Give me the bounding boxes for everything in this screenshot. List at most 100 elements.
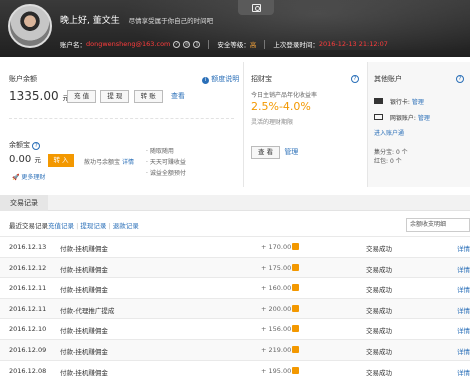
bank-card-icon: [374, 98, 383, 104]
date-cell: 2016.12.08: [9, 366, 47, 375]
amount-cell: + 200.00: [261, 304, 292, 313]
recharge-button[interactable]: 充 值: [67, 90, 97, 103]
divider: [9, 118, 234, 119]
status-cell: 交易成功: [366, 286, 392, 295]
feature-item: · 诚益全额预付: [146, 170, 186, 177]
withdraw-button[interactable]: 提 现: [100, 90, 130, 103]
receipt-icon: [292, 366, 299, 374]
date-cell: 2016.12.12: [9, 263, 47, 272]
accounts-title: 其他账户: [374, 75, 402, 83]
bank-card-row: 银行卡: 管理: [374, 97, 424, 106]
zhaocai-view-button[interactable]: 查 看: [251, 146, 281, 159]
amount-cell: + 170.00: [261, 243, 292, 251]
table-row: 2016.12.12 付款-挂机赚佣金 + 175.00 交易成功 详情: [0, 256, 470, 278]
security-label: 安全等级：: [217, 41, 250, 49]
feature-item: · 随取随用: [146, 148, 174, 155]
status-cell: 交易成功: [366, 245, 392, 253]
date-cell: 2016.12.11: [9, 304, 47, 313]
greeting: 晚上好, 董文生 尽情享受属于你自己的时间吧: [60, 13, 213, 26]
phone-icon[interactable]: ▯: [193, 40, 201, 48]
web-bank-icon: [374, 114, 383, 120]
refund-records-link[interactable]: 退款记录: [113, 222, 139, 230]
table-row: 2016.12.08 付款-挂机赚佣金 + 195.00 交易成功 详情: [0, 359, 470, 381]
withdraw-records-link[interactable]: 提现记录: [80, 222, 106, 230]
bank-card-manage-link[interactable]: 管理: [412, 99, 424, 106]
tab-bar: 交易记录: [0, 195, 470, 211]
rocket-icon: 🚀: [12, 174, 20, 181]
table-row: 2016.12.09 付款-挂机赚佣金 + 219.00 交易成功 详情: [0, 338, 470, 360]
detail-link[interactable]: 详情: [457, 305, 470, 315]
desc-cell: 付款-挂机赚佣金: [60, 286, 108, 295]
amount-cell: + 195.00: [261, 366, 292, 375]
account-label: 账户名：: [60, 41, 86, 49]
security-value: 高: [249, 41, 257, 49]
table-row: 2016.12.10 付款-挂机赚佣金 + 156.00 交易成功 详情: [0, 318, 470, 339]
tab-transactions[interactable]: 交易记录: [0, 195, 48, 211]
yue-title: 余额宝: [9, 141, 30, 149]
slogan: 尽情享受属于你自己的时间吧: [128, 17, 214, 25]
receipt-icon: [292, 304, 299, 312]
yue-unit: 元: [34, 156, 41, 164]
receipt-icon: [292, 345, 299, 353]
redpack-value: 0 个: [389, 158, 402, 165]
separator: |: [76, 222, 79, 230]
yue-transfer-in-button[interactable]: 转 入: [48, 154, 74, 167]
balance-info[interactable]: i 额度说明: [202, 74, 239, 84]
status-cell: 交易成功: [366, 368, 392, 377]
date-cell: 2016.12.10: [9, 325, 47, 334]
status-cell: 交易成功: [366, 347, 392, 356]
last-login-value: 2016-12-13 21:12:07: [318, 40, 388, 48]
detail-link[interactable]: 详情: [457, 243, 470, 253]
redpack-row: 红包: 0 个: [374, 156, 402, 165]
zhaocai-rate: 2.5%-4.0%: [251, 100, 311, 113]
coupon-value: 0 个: [395, 149, 408, 156]
balance-amount: 1335.00 元: [9, 89, 69, 103]
transactions-table: 2016.12.13 付款-挂机赚佣金 + 170.00 交易成功 详情 201…: [0, 236, 470, 380]
balance-detail-select[interactable]: 余额收支明细: [406, 218, 470, 232]
status-cell: 交易成功: [366, 327, 392, 336]
account-info-row: 账户名： dongwensheng@163.com ✓ ◎ ▯ 安全等级： 高 …: [60, 38, 388, 50]
account-pass-link[interactable]: 进入账户通: [374, 128, 404, 137]
table-row: 2016.12.13 付款-挂机赚佣金 + 170.00 交易成功 详情: [0, 236, 470, 257]
help-icon[interactable]: ?: [32, 142, 41, 150]
amount-cell: + 219.00: [261, 345, 292, 354]
amount-cell: + 175.00: [261, 263, 292, 272]
zhaocai-subtitle: 今日主销产品年化收益率: [251, 92, 318, 99]
feature-item: · 天天可赚收益: [146, 159, 186, 166]
lock-icon[interactable]: ◎: [183, 40, 191, 48]
detail-link[interactable]: 详情: [457, 346, 470, 356]
desc-cell: 付款-挂机赚佣金: [60, 245, 108, 253]
account-value: dongwensheng@163.com: [86, 40, 171, 48]
balance-panel: 账户余额 i 额度说明 1335.00 元 充 值 提 现 转 账 查看 余额宝…: [0, 62, 244, 187]
more-finance[interactable]: 🚀 更多理财: [12, 172, 45, 181]
detail-link[interactable]: 详情: [457, 325, 470, 335]
avatar[interactable]: [8, 4, 52, 48]
camera-button[interactable]: [238, 0, 274, 15]
detail-link[interactable]: 详情: [457, 367, 470, 377]
detail-link[interactable]: 详情: [457, 264, 470, 274]
help-icon[interactable]: ?: [456, 75, 464, 83]
detail-link[interactable]: 详情: [457, 284, 470, 294]
view-balance-link[interactable]: 查看: [171, 92, 185, 100]
verify-icon[interactable]: ✓: [173, 40, 181, 48]
help-icon[interactable]: ?: [351, 75, 359, 83]
table-row: 2016.12.11 付款-代理推广提成 + 200.00 交易成功 详情: [0, 297, 470, 319]
zhaocai-panel: 招财宝 ? 今日主销产品年化收益率 2.5%-4.0% 灵活的理财期限 查 看 …: [244, 62, 368, 187]
yue-desc-row: 赦功弓余额宝 详情: [84, 157, 134, 166]
coupon-label: 集分宝:: [374, 149, 395, 156]
top-header: 晚上好, 董文生 尽情享受属于你自己的时间吧 账户名： dongwensheng…: [0, 0, 470, 57]
amount-cell: + 156.00: [261, 325, 292, 334]
transfer-button[interactable]: 转 账: [133, 90, 163, 103]
more-finance-link[interactable]: 更多理财: [21, 174, 45, 181]
greeting-text: 晚上好, 董文生: [60, 16, 120, 26]
date-cell: 2016.12.13: [9, 243, 47, 251]
amount-cell: + 160.00: [261, 284, 292, 293]
limit-info-link[interactable]: 额度说明: [211, 75, 239, 83]
web-bank-manage-link[interactable]: 管理: [418, 115, 430, 122]
date-cell: 2016.12.09: [9, 345, 47, 354]
date-cell: 2016.12.11: [9, 284, 47, 293]
desc-cell: 付款-代理推广提成: [60, 306, 115, 315]
yue-detail-link[interactable]: 详情: [122, 159, 134, 166]
zhaocai-manage-link[interactable]: 管理: [284, 148, 298, 156]
recharge-records-link[interactable]: 充值记录: [48, 222, 74, 230]
